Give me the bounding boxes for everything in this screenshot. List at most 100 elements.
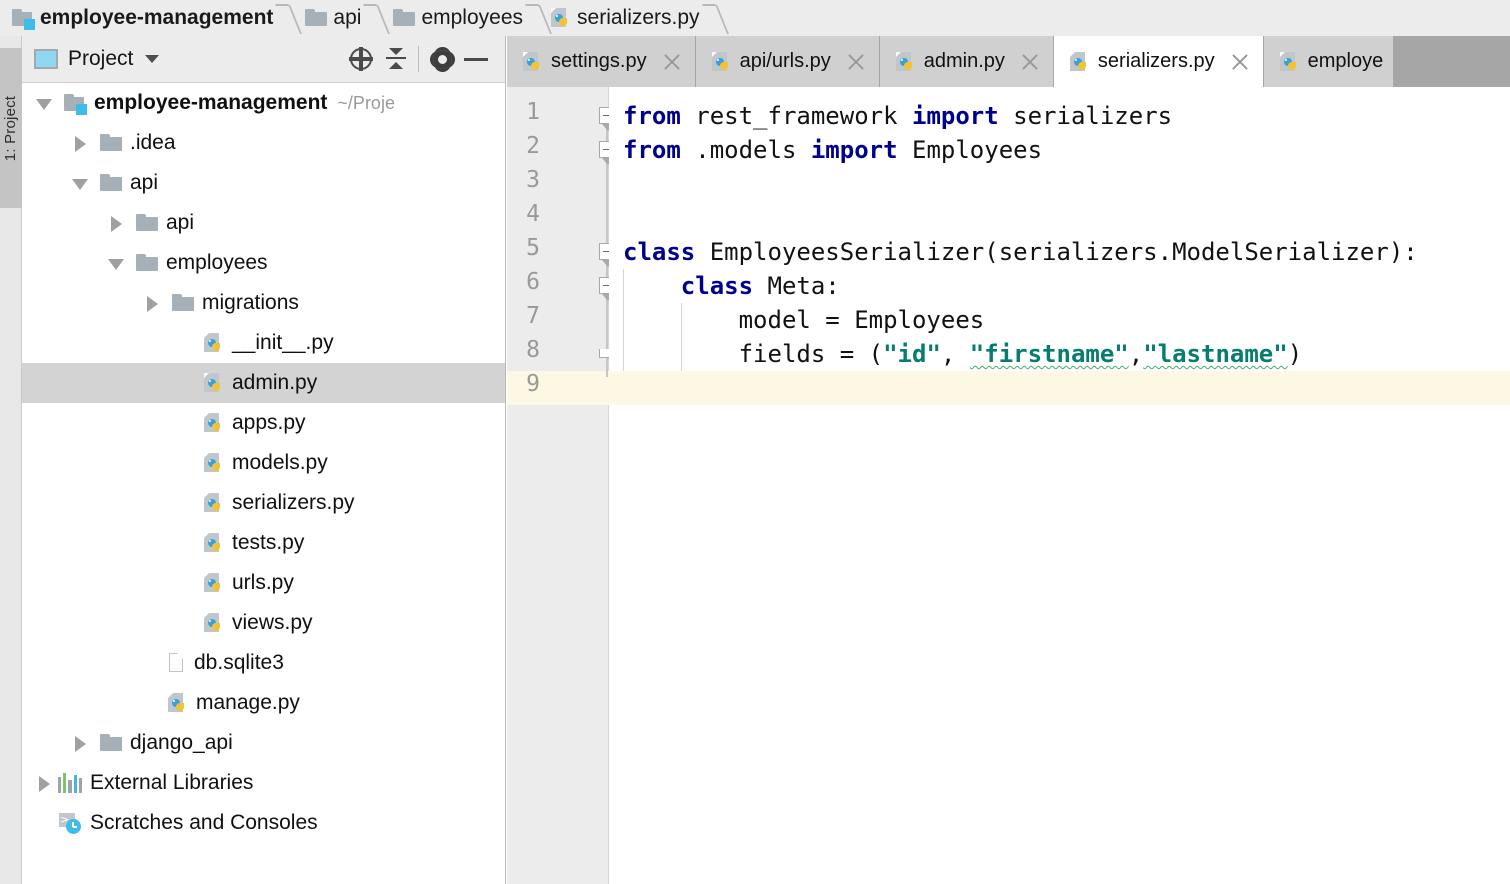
toolbar-divider xyxy=(418,46,419,72)
python-file-icon xyxy=(1068,51,1090,73)
tree-item-db-sqlite3[interactable]: db.sqlite3 xyxy=(22,643,505,683)
chevron-right-icon[interactable] xyxy=(68,723,94,763)
close-icon[interactable] xyxy=(659,49,685,75)
minimize-icon xyxy=(464,58,488,61)
tree-item-label: models.py xyxy=(232,451,328,474)
left-tool-window-strip: 1: Project xyxy=(0,36,22,884)
tree-item-scratches-and-consoles[interactable]: > Scratches and Consoles xyxy=(22,803,505,843)
tab-label: api/urls.py xyxy=(739,50,831,72)
tree-item-django-api[interactable]: django_api xyxy=(22,723,505,763)
code-token: model = Employees xyxy=(623,306,985,334)
tree-item-api[interactable]: api xyxy=(22,163,505,203)
code-token: fields = ( xyxy=(623,340,884,368)
tree-item-label: employee-management xyxy=(94,91,328,114)
tree-arrow-spacer xyxy=(176,323,202,363)
folder-icon xyxy=(100,734,122,752)
tab-settings-py[interactable]: settings.py xyxy=(507,36,696,87)
code-line: from .models import Employees xyxy=(623,133,1042,167)
tab-api-urls-py[interactable]: api/urls.py xyxy=(695,36,880,87)
tree-item-models-py[interactable]: models.py xyxy=(22,443,505,483)
code-text-area[interactable]: from rest_framework import serializers fr… xyxy=(609,87,1510,884)
locate-target-button[interactable] xyxy=(344,42,378,76)
tree-item-tests-py[interactable]: tests.py xyxy=(22,523,505,563)
python-file-icon xyxy=(166,692,188,714)
tree-item-serializers-py[interactable]: serializers.py xyxy=(22,483,505,523)
hide-panel-button[interactable] xyxy=(459,42,493,76)
tree-arrow-spacer xyxy=(176,443,202,483)
file-icon xyxy=(166,652,186,674)
line-number: 3 xyxy=(526,167,540,193)
python-file-icon xyxy=(1278,51,1300,73)
editor-area: settings.py api/urls.py admin.py serializer… xyxy=(507,36,1510,884)
chevron-down-icon[interactable] xyxy=(145,55,160,63)
tree-item-views-py[interactable]: views.py xyxy=(22,603,505,643)
chevron-right-icon[interactable] xyxy=(140,283,166,323)
folder-icon xyxy=(100,134,122,152)
breadcrumb-item-api[interactable]: api xyxy=(299,0,361,36)
tree-arrow-spacer xyxy=(176,523,202,563)
tool-window-button-project[interactable]: 1: Project xyxy=(0,48,22,208)
line-number: 9 xyxy=(526,371,540,397)
line-number: 2 xyxy=(526,133,540,159)
project-root-badge xyxy=(76,104,87,115)
chevron-down-icon[interactable] xyxy=(104,243,130,283)
tree-arrow-spacer xyxy=(32,803,58,843)
breadcrumb-item-employees[interactable]: employees xyxy=(387,0,523,36)
tree-item-label: api xyxy=(166,211,195,234)
folder-icon xyxy=(305,9,328,27)
tab-label: settings.py xyxy=(551,50,647,72)
tree-item-employees[interactable]: employees xyxy=(22,243,505,283)
close-icon[interactable] xyxy=(843,49,869,75)
code-token: class xyxy=(680,272,768,300)
code-token: Employees xyxy=(912,136,1043,164)
chevron-right-icon[interactable] xyxy=(32,763,58,803)
close-icon[interactable] xyxy=(1227,49,1253,75)
tree-item-external-libraries[interactable]: External Libraries xyxy=(22,763,505,803)
code-token: rest_framework xyxy=(695,102,912,130)
breadcrumb: employee-management api employees serialize… xyxy=(0,0,1510,36)
project-tree[interactable]: employee-management ~/Proje .idea api api emp… xyxy=(22,83,505,884)
tree-item-label: admin.py xyxy=(232,371,318,394)
scratches-icon: > xyxy=(58,812,82,834)
chevron-down-icon[interactable] xyxy=(68,163,94,203)
chevron-right-icon[interactable] xyxy=(104,203,130,243)
tree-item-label: db.sqlite3 xyxy=(194,651,284,674)
tree-item-apps-py[interactable]: apps.py xyxy=(22,403,505,443)
tree-item-label: .idea xyxy=(130,131,176,154)
project-tool-window: Project employee-management ~/Proje .idea a… xyxy=(22,36,506,884)
code-token: import xyxy=(810,136,912,164)
tree-arrow-spacer xyxy=(176,603,202,643)
tree-item-migrations[interactable]: migrations xyxy=(22,283,505,323)
python-file-icon xyxy=(202,612,224,634)
tree-item-label: employees xyxy=(166,251,268,274)
tree-item--init-py[interactable]: __init__.py xyxy=(22,323,505,363)
breadcrumb-item-employee-management[interactable]: employee-management xyxy=(6,0,273,36)
tab-serializers-py[interactable]: serializers.py xyxy=(1053,36,1264,87)
tree-item-employee-management[interactable]: employee-management ~/Proje xyxy=(22,83,505,123)
tree-item-urls-py[interactable]: urls.py xyxy=(22,563,505,603)
editor-gutter[interactable]: 1 2 3 4 5 6 7 8 9 xyxy=(507,87,616,884)
code-token: "firstname" xyxy=(969,340,1129,368)
tree-item-manage-py[interactable]: manage.py xyxy=(22,683,505,723)
tab-admin-py[interactable]: admin.py xyxy=(879,36,1054,87)
breadcrumb-item-serializers-py[interactable]: serializers.py xyxy=(549,0,700,36)
tree-item-api[interactable]: api xyxy=(22,203,505,243)
tree-item-admin-py[interactable]: admin.py xyxy=(22,363,505,403)
breadcrumb-separator-icon xyxy=(523,0,549,36)
collapse-all-button[interactable] xyxy=(378,42,412,76)
line-number: 6 xyxy=(526,269,540,295)
close-icon[interactable] xyxy=(1017,49,1043,75)
code-token: from xyxy=(623,136,696,164)
breadcrumb-item-label: employee-management xyxy=(40,6,274,29)
chevron-down-icon[interactable] xyxy=(32,83,58,123)
tree-item-label: migrations xyxy=(202,291,299,314)
code-pane: 1 2 3 4 5 6 7 8 9 from rest_framework import ser… xyxy=(507,87,1510,884)
tree-item--idea[interactable]: .idea xyxy=(22,123,505,163)
python-file-icon xyxy=(202,572,224,594)
chevron-right-icon[interactable] xyxy=(68,123,94,163)
settings-button[interactable] xyxy=(425,42,459,76)
tab-employe[interactable]: employe xyxy=(1263,36,1395,87)
tree-arrow-spacer xyxy=(140,683,166,723)
tree-item-label: serializers.py xyxy=(232,491,355,514)
